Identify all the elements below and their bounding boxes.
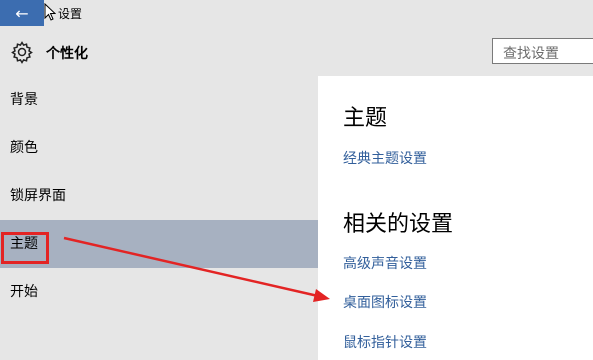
annotation-arrow [63,236,330,302]
